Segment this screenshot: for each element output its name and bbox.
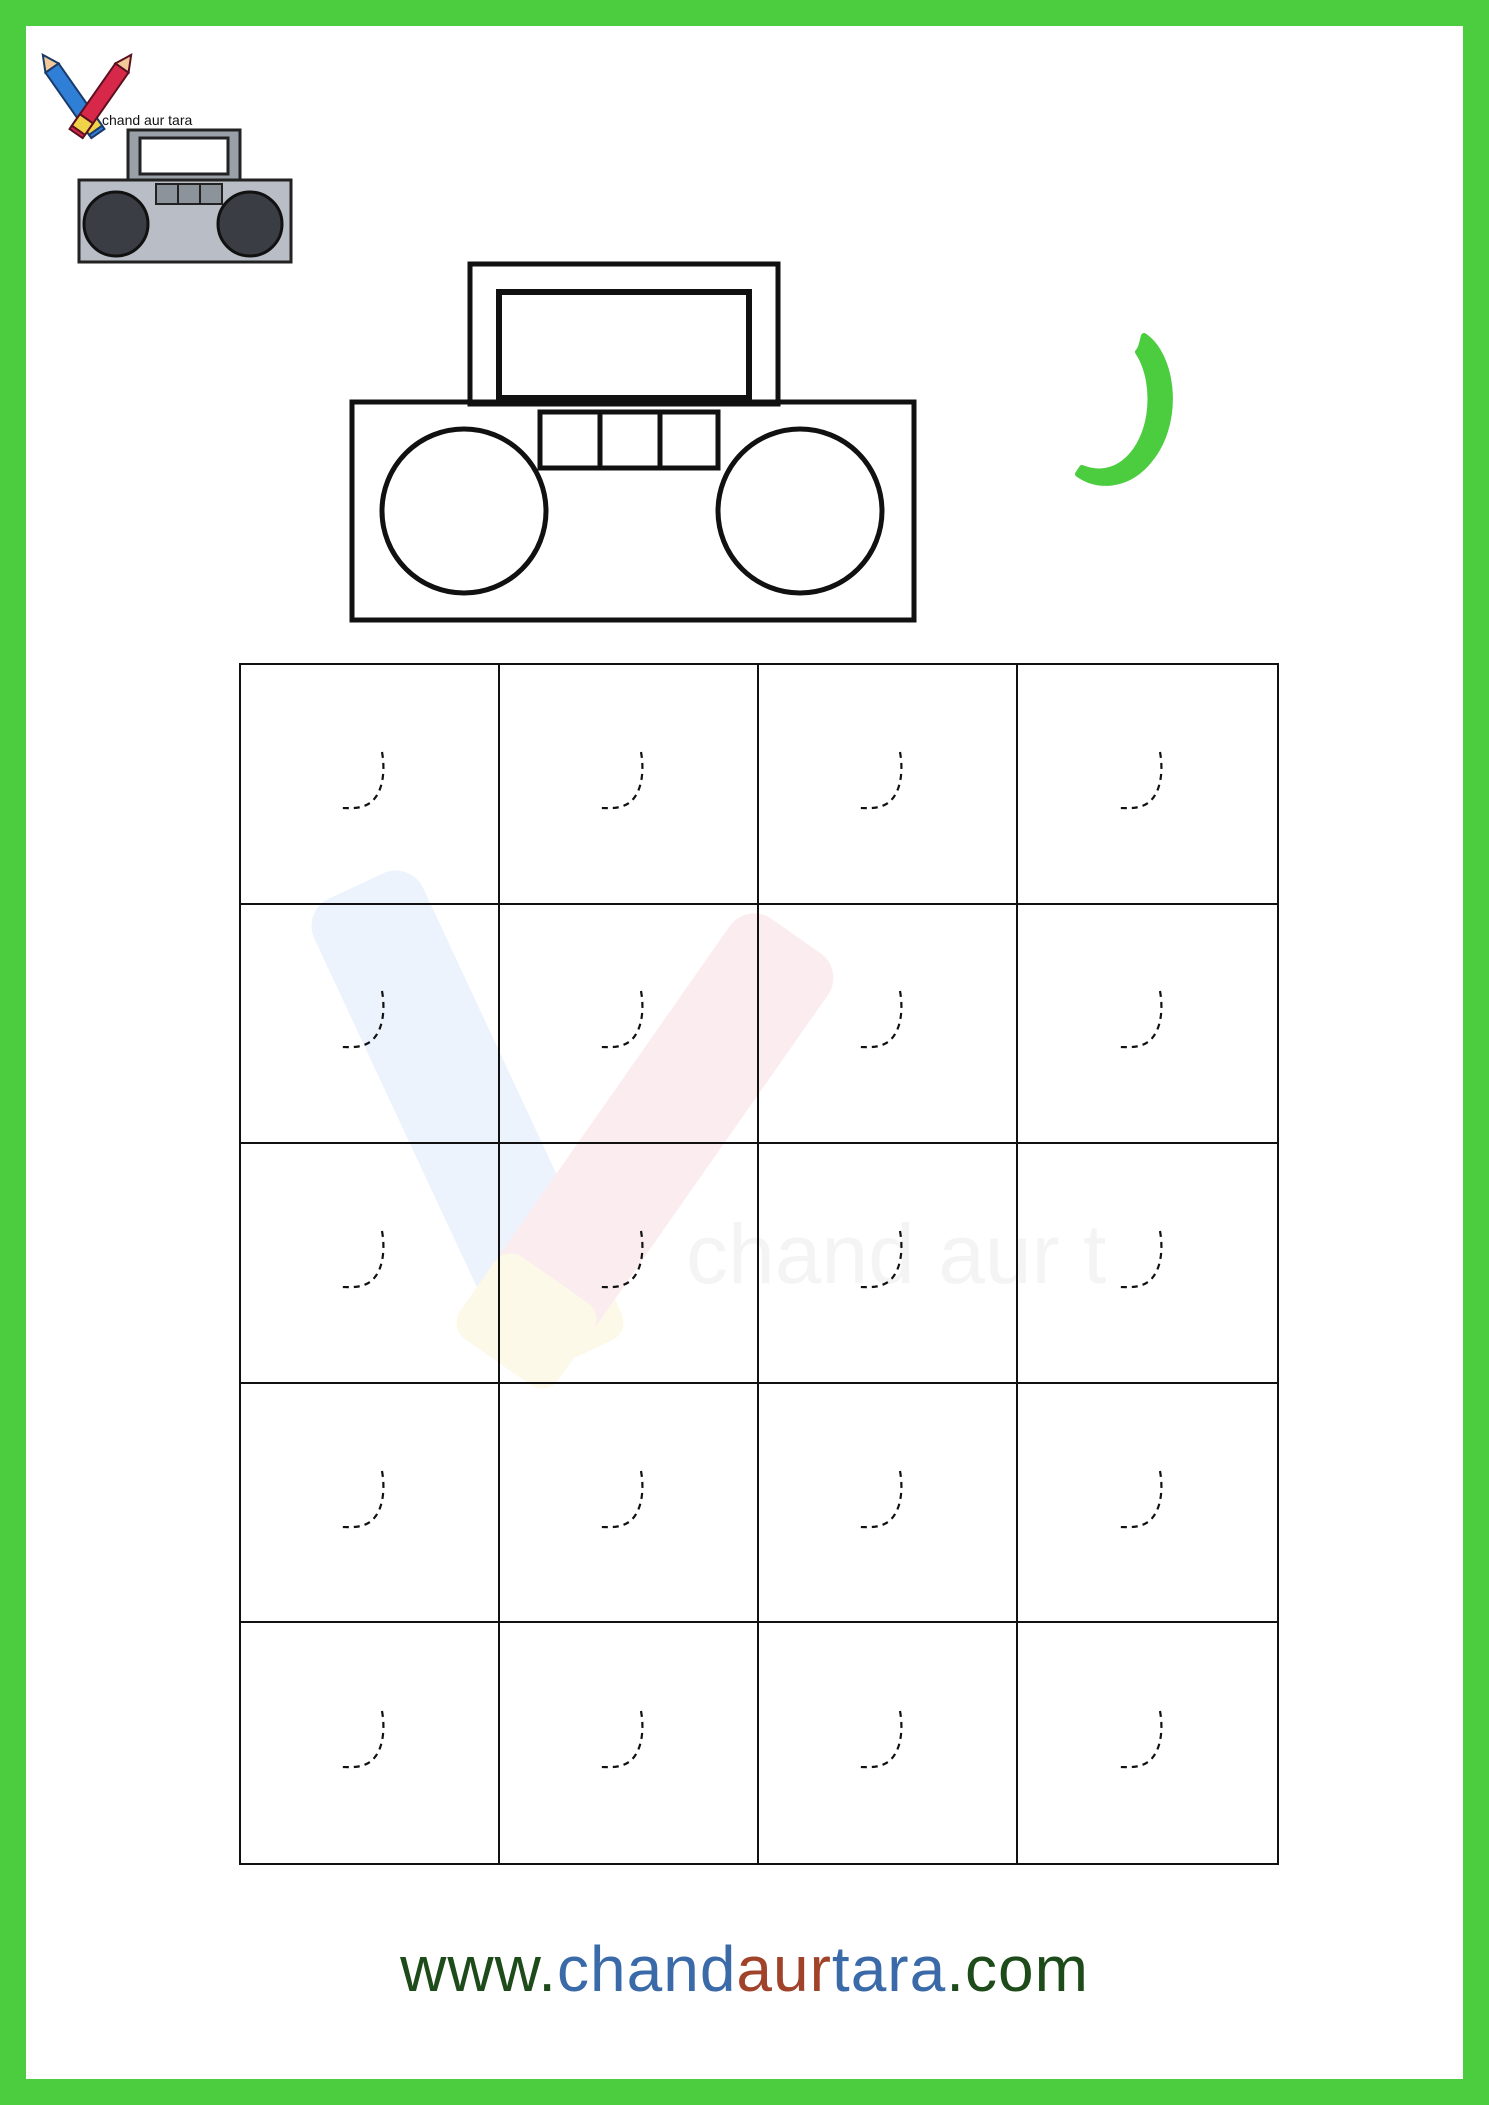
tracing-cell[interactable] [241, 665, 500, 905]
dashed-ra-trace-icon [1115, 991, 1163, 1049]
dashed-ra-trace-icon [596, 1230, 644, 1289]
dashed-ra-trace-icon [337, 751, 385, 810]
tracing-cell[interactable] [1018, 1623, 1277, 1863]
website-footer[interactable]: www.chandaurtara.com [26, 1932, 1463, 2006]
dashed-ra-trace-icon [1115, 1230, 1163, 1289]
dashed-ra-trace-icon [596, 991, 644, 1049]
boombox-color-icon [77, 128, 293, 264]
arabic-letter-ra-icon [1075, 333, 1173, 486]
dashed-ra-trace-icon [1115, 1470, 1163, 1528]
tracing-cell[interactable] [1018, 905, 1277, 1145]
worksheet-page: chand aur tara www.chandaurtara.com [0, 0, 1489, 2105]
tracing-cell[interactable] [241, 904, 500, 1145]
dashed-ra-trace-icon [855, 751, 903, 810]
footer-aur: aur [736, 1933, 832, 2005]
footer-com: .com [946, 1933, 1089, 2005]
tracing-cell[interactable] [500, 1383, 759, 1624]
tracing-grid [239, 663, 1279, 1865]
boombox-outline-illustration [349, 261, 917, 623]
tracing-cell[interactable] [1018, 665, 1277, 905]
tracing-cell[interactable] [241, 1623, 500, 1863]
dashed-ra-trace-icon [855, 991, 903, 1049]
tracing-cell[interactable] [241, 1383, 500, 1624]
tracing-cell[interactable] [241, 1144, 500, 1384]
dashed-ra-trace-icon [1115, 1710, 1163, 1769]
tracing-cell[interactable] [759, 904, 1018, 1145]
dashed-ra-trace-icon [855, 1230, 903, 1289]
dashed-ra-trace-icon [337, 1710, 385, 1769]
tracing-cell[interactable] [759, 665, 1018, 905]
footer-www: www. [400, 1933, 558, 2005]
dashed-ra-trace-icon [337, 1230, 385, 1289]
dashed-ra-trace-icon [337, 1470, 385, 1528]
footer-chand: chand [557, 1933, 737, 2005]
tracing-cell[interactable] [1018, 1384, 1277, 1624]
dashed-ra-trace-icon [337, 991, 385, 1049]
dashed-ra-trace-icon [1115, 751, 1163, 810]
tracing-cell[interactable] [500, 904, 759, 1145]
tracing-cell[interactable] [759, 1383, 1018, 1624]
tracing-cell[interactable] [500, 1144, 759, 1384]
dashed-ra-trace-icon [596, 751, 644, 810]
tracing-cell[interactable] [500, 665, 759, 905]
tracing-cell[interactable] [500, 1623, 759, 1863]
dashed-ra-trace-icon [596, 1470, 644, 1528]
footer-tara: tara [831, 1933, 947, 2005]
dashed-ra-trace-icon [596, 1710, 644, 1769]
logo-text: chand aur tara [102, 112, 193, 128]
tracing-cell[interactable] [1018, 1144, 1277, 1384]
brand-logo: chand aur tara [32, 48, 332, 278]
dashed-ra-trace-icon [855, 1470, 903, 1528]
tracing-cell[interactable] [759, 1623, 1018, 1863]
dashed-ra-trace-icon [855, 1710, 903, 1769]
tracing-cell[interactable] [759, 1144, 1018, 1384]
